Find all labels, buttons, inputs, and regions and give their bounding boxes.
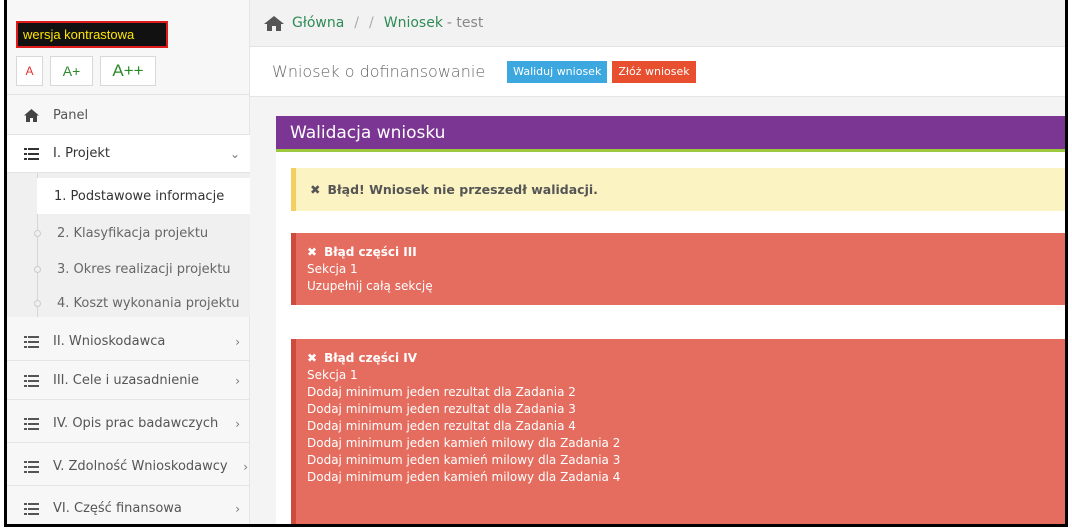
breadcrumb-separator: / — [369, 15, 374, 31]
breadcrumb-home-link[interactable]: Główna — [292, 15, 344, 31]
sidebar: wersja kontrastowa A A+ A++ Panel I. Pro… — [7, 0, 253, 524]
sidebar-item-label: IV. Opis prac badawczych — [53, 416, 219, 431]
sidebar-item-label: II. Wnioskodawca — [53, 334, 166, 349]
error-line: Sekcja 1 — [307, 368, 358, 382]
submenu-item-label: 3. Okres realizacji projektu — [57, 261, 231, 277]
chevron-down-icon: ⌄ — [229, 146, 240, 161]
validation-panel: Walidacja wniosku ✖ Błąd! Wniosek nie pr… — [276, 116, 1065, 524]
home-icon — [24, 109, 40, 122]
error-line: Dodaj minimum jeden kamień milowy dla Za… — [307, 453, 621, 467]
chevron-right-icon: › — [235, 416, 240, 431]
submenu-item-klasyfikacja[interactable]: 2. Klasyfikacja projektu — [34, 215, 250, 251]
sidebar-item-projekt[interactable]: I. Projekt ⌄ — [7, 135, 250, 173]
submenu-item-label: 4. Koszt wykonania projektu — [57, 295, 240, 311]
submenu-item-label: 1. Podstawowe informacje — [54, 188, 225, 204]
contrast-version-button[interactable]: wersja kontrastowa — [16, 21, 168, 48]
sidebar-item-label: VI. Część finansowa — [53, 501, 182, 516]
submenu-item-okres[interactable]: 3. Okres realizacji projektu — [34, 251, 250, 287]
list-icon — [24, 417, 40, 430]
error-alert-part-4: ✖ Błąd części IV Sekcja 1 Dodaj minimum … — [291, 339, 1065, 524]
font-size-controls: A A+ A++ — [16, 56, 156, 86]
warning-text: Błąd! Wniosek nie przeszedł walidacji. — [327, 182, 598, 197]
sidebar-item-finansowa[interactable]: VI. Część finansowa › — [7, 490, 250, 524]
error-alert-part-3: ✖ Błąd części III Sekcja 1 Uzupełnij cał… — [291, 233, 1065, 305]
bullet-icon — [34, 265, 41, 273]
error-line: Dodaj minimum jeden rezultat dla Zadania… — [307, 402, 576, 416]
bullet-icon — [34, 229, 41, 237]
submenu-item-podstawowe[interactable]: 1. Podstawowe informacje — [37, 178, 253, 214]
list-icon — [24, 335, 40, 348]
font-size-large-button[interactable]: A++ — [100, 56, 156, 86]
close-icon: ✖ — [307, 245, 318, 259]
breadcrumb-separator: / — [354, 15, 360, 31]
error-line: Dodaj minimum jeden rezultat dla Zadania… — [307, 385, 576, 399]
sidebar-item-zdolnosc[interactable]: V. Zdolność Wnioskodawcy › — [7, 448, 250, 486]
app-frame: wersja kontrastowa A A+ A++ Panel I. Pro… — [4, 0, 1068, 527]
error-line: Sekcja 1 — [307, 262, 358, 276]
breadcrumb-wniosek-link[interactable]: Wniosek — [384, 15, 443, 31]
sidebar-divider — [7, 94, 250, 95]
projekt-submenu: 1. Podstawowe informacje 2. Klasyfikacja… — [7, 173, 253, 317]
error-title-text: Błąd części IV — [324, 351, 418, 365]
validate-button[interactable]: Waliduj wniosek — [507, 60, 608, 83]
breadcrumb-current: - test — [446, 15, 484, 31]
validation-warning-alert: ✖ Błąd! Wniosek nie przeszedł walidacji. — [291, 168, 1065, 211]
list-icon — [24, 502, 40, 515]
sidebar-item-label: I. Projekt — [53, 146, 110, 161]
chevron-right-icon: › — [235, 373, 240, 388]
panel-title: Walidacja wniosku — [276, 116, 1065, 152]
font-size-small-button[interactable]: A — [16, 56, 43, 86]
list-icon — [24, 147, 40, 160]
sidebar-item-wnioskodawca[interactable]: II. Wnioskodawca › — [7, 323, 250, 361]
error-line: Dodaj minimum jeden kamień milowy dla Za… — [307, 436, 621, 450]
submit-button[interactable]: Złóż wniosek — [612, 60, 696, 83]
page-title: Wniosek o dofinansowanie — [272, 62, 486, 81]
error-title: ✖ Błąd części III — [307, 245, 1058, 259]
error-line: Dodaj minimum jeden kamień milowy dla Za… — [307, 470, 621, 484]
error-title-text: Błąd części III — [324, 245, 417, 259]
font-size-medium-button[interactable]: A+ — [50, 56, 93, 86]
sidebar-item-cele[interactable]: III. Cele i uzasadnienie › — [7, 362, 250, 400]
home-icon[interactable] — [264, 15, 284, 31]
sidebar-item-panel[interactable]: Panel — [7, 97, 250, 135]
sidebar-item-label: III. Cele i uzasadnienie — [53, 373, 200, 388]
sidebar-item-opis[interactable]: IV. Opis prac badawczych › — [7, 405, 250, 443]
error-line: Uzupełnij całą sekcję — [307, 279, 433, 293]
breadcrumb: Główna / / Wniosek - test — [250, 0, 1065, 47]
bullet-icon — [34, 299, 41, 307]
sidebar-item-label: Panel — [53, 108, 89, 123]
submenu-item-label: 2. Klasyfikacja projektu — [57, 225, 209, 241]
chevron-right-icon: › — [235, 501, 240, 516]
page-header: Wniosek o dofinansowanie Waliduj wniosek… — [250, 47, 1065, 97]
chevron-right-icon: › — [235, 334, 240, 349]
close-icon: ✖ — [310, 182, 321, 197]
list-icon — [24, 374, 40, 387]
error-title: ✖ Błąd części IV — [307, 351, 1058, 365]
chevron-right-icon: › — [243, 459, 248, 474]
submenu-item-koszt[interactable]: 4. Koszt wykonania projektu — [34, 285, 250, 321]
close-icon: ✖ — [307, 351, 318, 365]
sidebar-item-label: V. Zdolność Wnioskodawcy — [53, 459, 228, 474]
list-icon — [24, 460, 40, 473]
error-line: Dodaj minimum jeden rezultat dla Zadania… — [307, 419, 576, 433]
